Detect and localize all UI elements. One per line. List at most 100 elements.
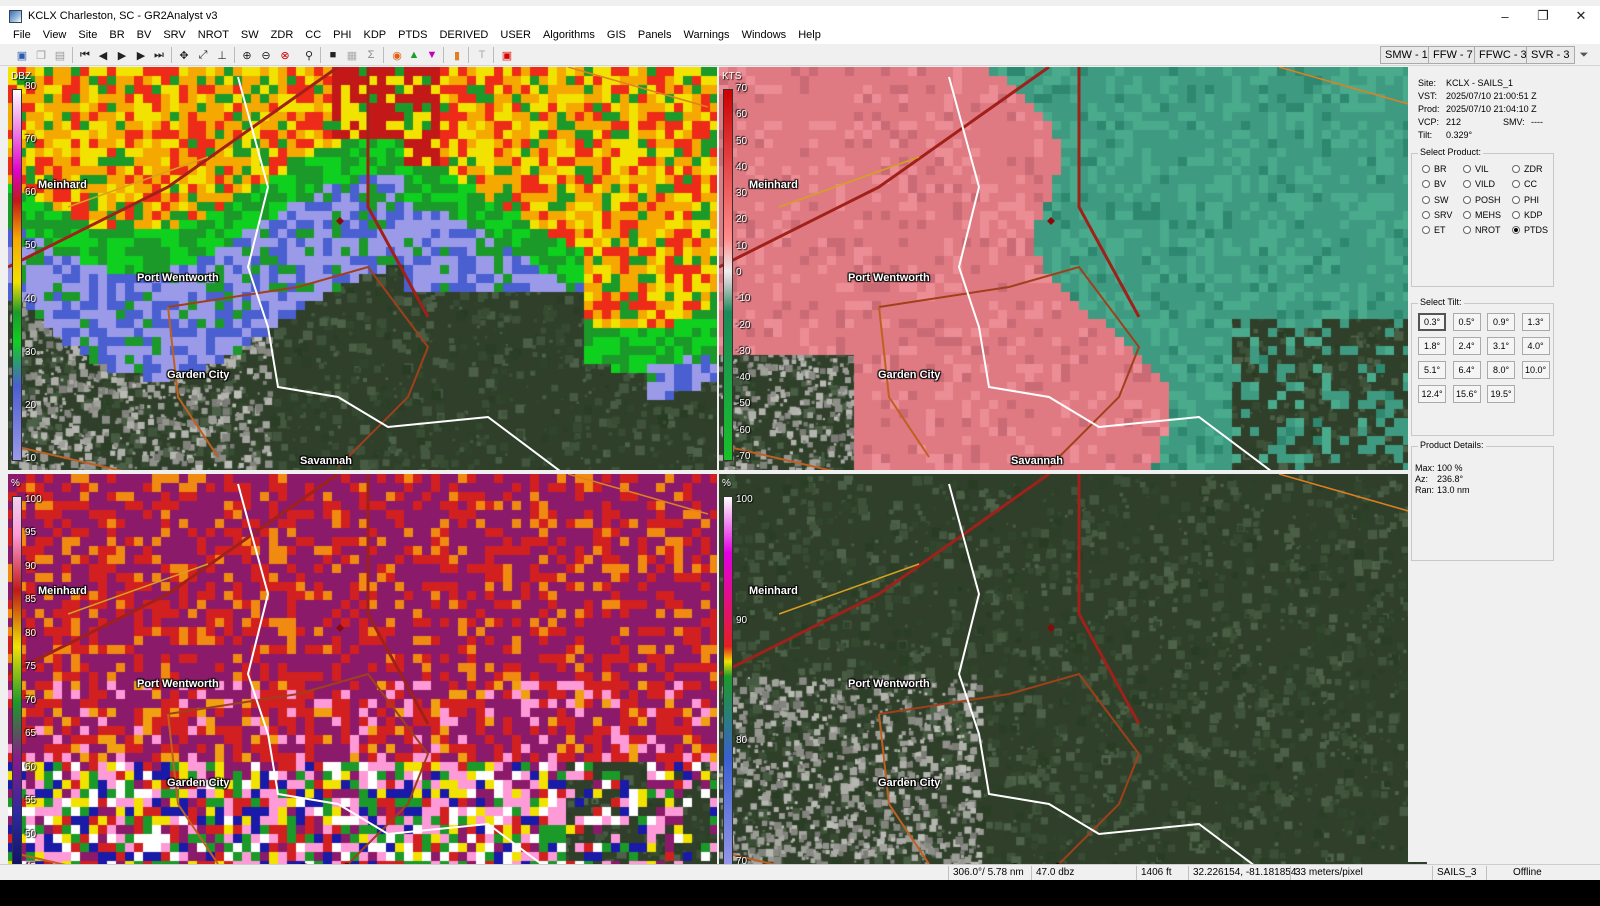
radio-dot[interactable] (1422, 180, 1430, 189)
ffwc-warning-button[interactable]: FFWC - 3 (1474, 46, 1532, 64)
triangle-up-icon[interactable]: ▲ (406, 47, 422, 63)
menu-sw[interactable]: SW (235, 26, 265, 44)
tilt-button[interactable]: 6.4° (1452, 361, 1481, 379)
tilt-button[interactable]: 15.6° (1452, 385, 1481, 403)
zoom-reset-icon[interactable]: ⊗ (277, 47, 293, 63)
menu-site[interactable]: Site (72, 26, 103, 44)
reflectivity-panel[interactable]: DBZ Meinhard Port Wentworth Garden City … (8, 67, 717, 470)
tilt-button[interactable]: 0.3° (1418, 313, 1446, 331)
radio-dot[interactable] (1512, 165, 1520, 173)
tilt-button[interactable]: 0.9° (1487, 313, 1515, 331)
first-frame-icon[interactable]: ⏮ (77, 47, 93, 63)
pan-icon[interactable]: ✥ (176, 47, 192, 63)
menu-srv[interactable]: SRV (157, 26, 191, 44)
product-radio-kdp[interactable]: KDP (1512, 210, 1543, 220)
play-icon[interactable]: ▶ (114, 47, 130, 63)
menu-ptds[interactable]: PTDS (392, 26, 433, 44)
record-icon[interactable]: ▣ (499, 47, 515, 63)
stop-icon[interactable]: ■ (325, 47, 341, 63)
tilt-button[interactable]: 1.3° (1521, 313, 1550, 331)
menu-gis[interactable]: GIS (601, 26, 632, 44)
copy-icon[interactable]: ❐ (33, 47, 49, 63)
radio-dot[interactable] (1512, 180, 1520, 189)
menu-derived[interactable]: DERIVED (433, 26, 494, 44)
open-site-icon[interactable]: ▣ (14, 47, 30, 63)
storm-track-icon[interactable]: ◉ (389, 47, 405, 63)
tilt-button[interactable]: 2.4° (1452, 337, 1481, 355)
correlation-panel[interactable]: % Meinhard Port Wentworth Garden City Sa… (8, 474, 717, 879)
product-radio-zdr[interactable]: ZDR (1512, 164, 1543, 174)
radio-dot[interactable] (1422, 165, 1430, 173)
tilt-button[interactable]: 4.0° (1521, 337, 1550, 355)
product-radio-et[interactable]: ET (1422, 225, 1446, 235)
zoom-in-icon[interactable]: ⊕ (239, 47, 255, 63)
close-button[interactable]: ✕ (1562, 6, 1600, 26)
svr-warning-button[interactable]: SVR - 3 (1526, 46, 1575, 64)
product-radio-vild[interactable]: VILD (1463, 179, 1495, 189)
radio-dot[interactable] (1512, 210, 1520, 219)
save-icon[interactable]: ▤ (52, 47, 68, 63)
radio-dot[interactable] (1463, 210, 1471, 219)
product-radio-vil[interactable]: VIL (1463, 164, 1489, 174)
menu-kdp[interactable]: KDP (358, 26, 393, 44)
product-radio-bv[interactable]: BV (1422, 179, 1446, 189)
tilt-button[interactable]: 10.0° (1521, 361, 1550, 379)
radio-dot[interactable] (1422, 195, 1430, 204)
velocity-panel[interactable]: KTS Meinhard Port Wentworth Garden City … (719, 67, 1427, 470)
tilt-button[interactable]: 5.1° (1418, 361, 1446, 379)
product-radio-nrot[interactable]: NROT (1463, 225, 1501, 235)
product-radio-ptds[interactable]: PTDS (1512, 225, 1548, 235)
product-radio-sw[interactable]: SW (1422, 195, 1449, 205)
minimize-button[interactable]: – (1486, 6, 1524, 26)
radio-dot[interactable] (1512, 195, 1520, 204)
menu-bv[interactable]: BV (131, 26, 158, 44)
triangle-down-icon[interactable]: ▼ (424, 47, 440, 63)
menu-windows[interactable]: Windows (736, 26, 793, 44)
tilt-button[interactable]: 19.5° (1487, 385, 1515, 403)
cross-section-icon[interactable]: ⊥ (214, 47, 230, 63)
menu-br[interactable]: BR (103, 26, 130, 44)
menu-algorithms[interactable]: Algorithms (537, 26, 601, 44)
ffw-warning-button[interactable]: FFW - 7 (1428, 46, 1478, 64)
smw-warning-button[interactable]: SMW - 1 (1380, 46, 1433, 64)
menu-warnings[interactable]: Warnings (678, 26, 736, 44)
maximize-button[interactable]: ❐ (1524, 6, 1562, 26)
product-radio-cc[interactable]: CC (1512, 179, 1537, 189)
ptds-panel[interactable]: % Meinhard Port Wentworth Garden City Sa… (719, 474, 1427, 879)
zoom-out-icon[interactable]: ⊖ (258, 47, 274, 63)
menu-file[interactable]: File (7, 26, 37, 44)
product-radio-br[interactable]: BR (1422, 164, 1447, 174)
menu-view[interactable]: View (37, 26, 73, 44)
previous-frame-icon[interactable]: ◀ (95, 47, 111, 63)
menu-panels[interactable]: Panels (632, 26, 678, 44)
tilt-button[interactable]: 3.1° (1487, 337, 1515, 355)
menu-help[interactable]: Help (792, 26, 827, 44)
product-radio-mehs[interactable]: MEHS (1463, 210, 1501, 220)
sigma-icon[interactable]: Σ (363, 47, 379, 63)
last-frame-icon[interactable]: ⏭ (151, 47, 167, 63)
radio-dot[interactable] (1463, 180, 1471, 189)
tilt-button[interactable]: 12.4° (1418, 385, 1446, 403)
product-radio-srv[interactable]: SRV (1422, 210, 1452, 220)
next-frame-icon[interactable]: ▶ (133, 47, 149, 63)
product-radio-posh[interactable]: POSH (1463, 195, 1501, 205)
link-icon[interactable]: ⚲ (301, 47, 317, 63)
radio-dot[interactable] (1463, 165, 1471, 173)
menu-phi[interactable]: PHI (327, 26, 357, 44)
measure-icon[interactable]: ⤢ (195, 47, 211, 63)
menu-nrot[interactable]: NROT (192, 26, 235, 44)
radio-dot[interactable] (1422, 226, 1430, 235)
tilt-button[interactable]: 1.8° (1418, 337, 1446, 355)
radio-dot[interactable] (1512, 226, 1520, 235)
menu-user[interactable]: USER (494, 26, 537, 44)
menu-zdr[interactable]: ZDR (265, 26, 300, 44)
product-radio-phi[interactable]: PHI (1512, 195, 1539, 205)
tilt-button[interactable]: 8.0° (1487, 361, 1515, 379)
color-table-icon[interactable]: ▮ (449, 47, 465, 63)
filter-icon[interactable]: ⏷ (1576, 47, 1592, 63)
grid-icon[interactable]: ▦ (344, 47, 360, 63)
radio-dot[interactable] (1463, 195, 1471, 204)
radio-dot[interactable] (1463, 226, 1471, 235)
text-icon[interactable]: T (474, 47, 490, 63)
radio-dot[interactable] (1422, 210, 1430, 219)
